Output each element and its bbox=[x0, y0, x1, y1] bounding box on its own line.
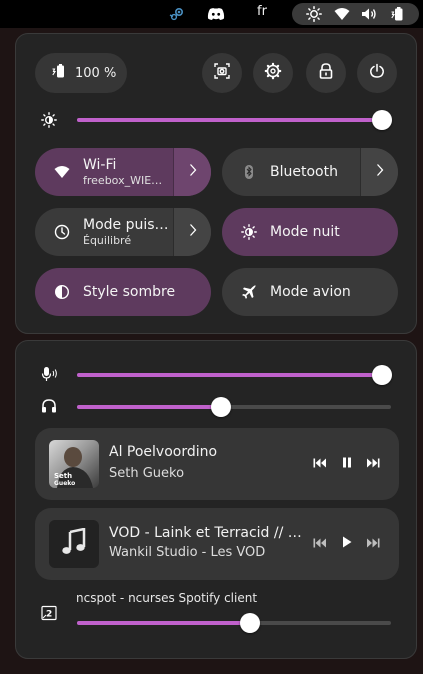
generic-album-cover bbox=[49, 520, 99, 568]
microphone-icon bbox=[41, 366, 59, 386]
toggle-power-mode-subtitle: Équilibré bbox=[83, 234, 132, 247]
night-light-icon bbox=[222, 224, 270, 240]
chevron-right-icon bbox=[189, 163, 197, 181]
output-volume-slider[interactable] bbox=[77, 397, 391, 417]
skip-forward-icon bbox=[366, 456, 380, 472]
brightness-slider[interactable] bbox=[77, 110, 392, 130]
microphone-slider-fill bbox=[77, 373, 382, 377]
toggle-dark-style[interactable]: Style sombre bbox=[35, 268, 211, 316]
toggle-bluetooth-title: Bluetooth bbox=[270, 164, 338, 180]
svg-text:Seth: Seth bbox=[54, 472, 72, 480]
skip-backward-icon bbox=[313, 456, 327, 472]
toggle-wifi-title: Wi-Fi bbox=[83, 157, 117, 173]
next-track-button[interactable] bbox=[363, 534, 383, 554]
microphone-slider-handle[interactable] bbox=[372, 365, 392, 385]
power-icon bbox=[369, 63, 385, 83]
headphones-icon bbox=[41, 398, 57, 418]
media-player-card[interactable]: VOD - Laink et Terracid // … Wankil Stud… bbox=[35, 508, 399, 580]
music-note-icon bbox=[61, 527, 87, 560]
toggle-bluetooth[interactable]: Bluetooth bbox=[222, 148, 398, 196]
brightness-icon bbox=[41, 112, 57, 132]
power-mode-icon bbox=[35, 224, 83, 240]
settings-icon bbox=[264, 62, 282, 84]
svg-text:2: 2 bbox=[46, 610, 52, 620]
skip-forward-icon bbox=[366, 536, 380, 552]
toggle-wifi[interactable]: Wi-Fi freebox_WIE… bbox=[35, 148, 211, 196]
toggle-power-mode[interactable]: Mode puis… Équilibré bbox=[35, 208, 211, 256]
audio-media-panel: Seth Gueko Al Poelvoordino Seth Gueko VO… bbox=[15, 340, 417, 659]
play-button[interactable] bbox=[337, 534, 357, 554]
app-stream-icon: 2 bbox=[41, 605, 57, 625]
toggle-dark-style-title: Style sombre bbox=[83, 284, 176, 300]
battery-button[interactable]: 100 % bbox=[35, 53, 127, 93]
toggle-wifi-subtitle: freebox_WIE… bbox=[83, 174, 163, 187]
dark-style-icon bbox=[35, 284, 83, 300]
output-volume-slider-fill bbox=[77, 405, 221, 409]
microphone-slider[interactable] bbox=[77, 365, 392, 385]
bluetooth-menu-button[interactable] bbox=[360, 148, 398, 196]
battery-icon bbox=[51, 63, 67, 83]
skip-backward-icon bbox=[313, 536, 327, 552]
screenshot-icon bbox=[213, 62, 231, 84]
previous-track-button[interactable] bbox=[310, 454, 330, 474]
battery-percentage: 100 % bbox=[75, 65, 117, 81]
wifi-icon bbox=[35, 165, 83, 179]
battery-icon bbox=[388, 3, 408, 25]
wifi-icon bbox=[332, 3, 352, 25]
keyboard-layout-indicator[interactable]: fr bbox=[257, 4, 267, 19]
svg-text:Gueko: Gueko bbox=[54, 480, 75, 487]
media-title: Al Poelvoordino bbox=[109, 444, 218, 460]
app-stream-label: ncspot - ncurses Spotify client bbox=[76, 591, 258, 605]
bluetooth-icon bbox=[222, 164, 270, 180]
media-player-card[interactable]: Seth Gueko Al Poelvoordino Seth Gueko bbox=[35, 428, 399, 500]
wifi-menu-button[interactable] bbox=[173, 148, 211, 196]
system-status-menu[interactable] bbox=[292, 3, 419, 25]
steam-icon[interactable] bbox=[166, 3, 188, 25]
screenshot-button[interactable] bbox=[202, 53, 242, 93]
play-icon bbox=[342, 536, 352, 552]
media-title: VOD - Laink et Terracid // … bbox=[109, 525, 302, 541]
media-artist: Seth Gueko bbox=[109, 466, 185, 481]
settings-button[interactable] bbox=[253, 53, 293, 93]
quick-settings-panel: 100 % Wi-Fi freebox_WIE… Bluetooth Mode … bbox=[15, 33, 417, 334]
lock-icon bbox=[318, 62, 334, 84]
brightness-icon bbox=[304, 3, 324, 25]
output-volume-slider-handle[interactable] bbox=[211, 397, 231, 417]
media-artist: Wankil Studio - Les VOD bbox=[109, 545, 266, 560]
power-button[interactable] bbox=[357, 53, 397, 93]
app-stream-volume-slider-handle[interactable] bbox=[240, 613, 260, 633]
lock-button[interactable] bbox=[306, 53, 346, 93]
app-stream-volume-slider-fill bbox=[77, 621, 250, 625]
toggle-night-light[interactable]: Mode nuit bbox=[222, 208, 398, 256]
discord-icon[interactable] bbox=[205, 3, 227, 25]
top-bar: fr bbox=[0, 0, 423, 28]
toggle-power-mode-title: Mode puis… bbox=[83, 217, 169, 233]
pause-button[interactable] bbox=[337, 454, 357, 474]
toggle-night-light-title: Mode nuit bbox=[270, 224, 340, 240]
toggle-airplane-mode[interactable]: Mode avion bbox=[222, 268, 398, 316]
brightness-slider-fill bbox=[77, 118, 382, 122]
chevron-right-icon bbox=[189, 223, 197, 241]
next-track-button[interactable] bbox=[363, 454, 383, 474]
volume-icon bbox=[359, 3, 379, 25]
chevron-right-icon bbox=[376, 163, 384, 181]
toggle-airplane-mode-title: Mode avion bbox=[270, 284, 351, 300]
previous-track-button[interactable] bbox=[310, 534, 330, 554]
brightness-slider-handle[interactable] bbox=[372, 110, 392, 130]
airplane-icon bbox=[222, 284, 270, 300]
pause-icon bbox=[342, 456, 352, 472]
power-mode-menu-button[interactable] bbox=[173, 208, 211, 256]
app-stream-volume-slider[interactable] bbox=[77, 613, 391, 633]
album-cover: Seth Gueko bbox=[49, 440, 99, 488]
